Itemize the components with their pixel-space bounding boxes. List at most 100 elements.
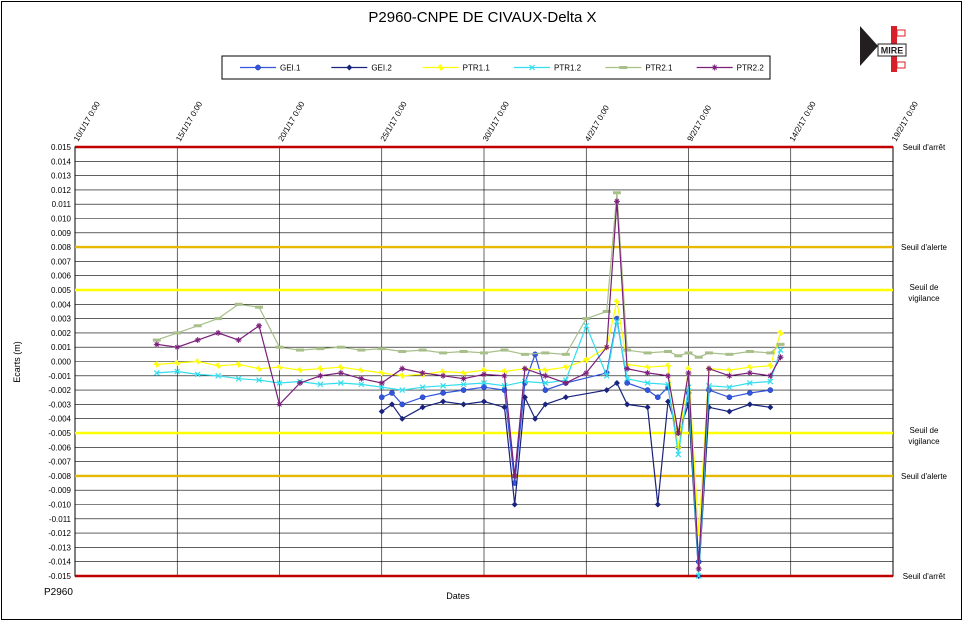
y-tick-label: -0.002 — [48, 386, 71, 395]
x-tick-label: 30/1/17 0:00 — [481, 99, 511, 143]
data-point — [776, 342, 785, 346]
y-tick-label: -0.006 — [48, 443, 71, 452]
data-point — [766, 351, 775, 355]
chart-svg: GEI.1 GEI.2 PTR1.1 PTR1.2 PTR2.1 PTR2.2 Seuil… — [12, 55, 948, 601]
threshold-label: vigilance — [908, 294, 940, 303]
y-tick-labels: 0.015 0.014 0.013 0.012 0.011 0.010 0.009 0.008… — [48, 143, 71, 581]
y-tick-label: -0.013 — [48, 543, 71, 552]
y-tick-label: -0.014 — [48, 558, 71, 567]
data-point — [419, 394, 426, 401]
data-point — [295, 348, 304, 352]
legend-label: PTR2.2 — [737, 64, 765, 73]
x-tick-labels: 10/1/17 0:00 15/1/17 0:00 20/1/17 0:00 25/1… — [72, 99, 920, 143]
y-tick-label: -0.003 — [48, 400, 71, 409]
y-tick-label: -0.010 — [48, 501, 71, 510]
data-point — [378, 394, 385, 401]
data-point — [541, 351, 550, 355]
legend-box — [221, 55, 771, 80]
y-tick-label: -0.005 — [48, 429, 71, 438]
data-point — [234, 302, 243, 306]
data-point — [377, 347, 386, 351]
y-tick-label: -0.015 — [48, 572, 71, 581]
y-tick-label: 0.005 — [51, 286, 72, 295]
data-point — [389, 390, 395, 396]
data-point — [193, 324, 202, 328]
data-point — [643, 351, 652, 355]
y-tick-label: -0.001 — [48, 372, 71, 381]
legend-swatch-marker — [619, 66, 628, 69]
y-tick-label: -0.004 — [48, 415, 71, 424]
data-point — [726, 394, 733, 401]
legend-label: PTR2.1 — [645, 64, 673, 73]
legend-label: PTR1.1 — [463, 64, 491, 73]
y-tick-label: 0.004 — [51, 300, 72, 309]
data-point — [745, 349, 754, 353]
data-point — [459, 349, 468, 353]
y-tick-label: 0.006 — [51, 272, 72, 281]
y-tick-label: -0.012 — [48, 529, 71, 538]
legend-label: GEI.2 — [371, 64, 392, 73]
x-tick-label: 4/2/17 0:00 — [583, 103, 611, 143]
data-point — [214, 317, 223, 321]
data-point — [747, 390, 753, 396]
x-tick-label: 10/1/17 0:00 — [72, 99, 102, 143]
y-tick-label: 0.011 — [52, 200, 72, 209]
data-point — [173, 331, 182, 335]
x-axis-label: Dates — [446, 591, 470, 601]
threshold-label: Seuil de — [910, 283, 939, 292]
legend-swatch-marker — [255, 64, 261, 71]
data-point — [582, 317, 591, 321]
data-point — [398, 349, 407, 353]
data-point — [255, 305, 264, 309]
data-point — [500, 348, 509, 352]
y-tick-label: -0.011 — [49, 515, 72, 524]
data-point — [694, 355, 703, 359]
threshold-label: Seuil d'arrêt — [903, 143, 946, 152]
x-tick-label: 19/2/17 0:00 — [890, 99, 920, 143]
data-point — [704, 351, 713, 355]
data-point — [664, 349, 673, 353]
y-tick-label: 0.012 — [51, 186, 72, 195]
data-point — [357, 348, 366, 352]
y-tick-label: -0.008 — [48, 472, 71, 481]
data-point — [644, 387, 651, 393]
y-tick-label: -0.007 — [48, 458, 71, 467]
data-point — [654, 394, 661, 401]
y-tick-label: 0.010 — [51, 215, 72, 224]
legend-label: PTR1.2 — [554, 64, 582, 73]
data-point — [316, 347, 325, 351]
x-tick-label: 25/1/17 0:00 — [379, 99, 409, 143]
y-tick-label: 0.009 — [51, 229, 72, 238]
y-tick-label: 0.015 — [51, 143, 72, 152]
y-tick-label: -0.009 — [48, 486, 71, 495]
y-tick-label: 0.000 — [51, 358, 72, 367]
data-point — [520, 352, 529, 356]
threshold-label: Seuil d'arrêt — [903, 572, 946, 581]
y-tick-label: 0.003 — [51, 315, 72, 324]
threshold-label: vigilance — [908, 437, 940, 446]
data-point — [152, 338, 161, 342]
legend-label: GEI.1 — [280, 64, 301, 73]
legend: GEI.1 GEI.2 PTR1.1 PTR1.2 PTR2.1 PTR2.2 — [221, 55, 771, 80]
threshold-label: Seuil de — [910, 426, 939, 435]
y-tick-label: 0.001 — [51, 343, 72, 352]
data-point — [480, 351, 488, 355]
data-point — [439, 351, 448, 355]
threshold-label: Seuil d'alerte — [901, 472, 948, 481]
x-tick-label: 15/1/17 0:00 — [174, 99, 204, 143]
data-point — [336, 345, 345, 349]
data-point — [612, 191, 621, 195]
data-point — [275, 345, 284, 349]
y-tick-label: 0.013 — [51, 172, 72, 181]
data-point — [725, 352, 734, 356]
x-tick-label: 20/1/17 0:00 — [276, 99, 306, 143]
y-axis-label: Ecarts (m) — [12, 341, 22, 383]
data-point — [623, 348, 632, 352]
data-point — [767, 387, 774, 393]
data-point — [399, 401, 406, 408]
data-point — [684, 351, 693, 355]
data-point — [542, 387, 549, 393]
x-tick-label: 9/2/17 0:00 — [685, 103, 713, 143]
data-point — [418, 348, 427, 352]
data-point — [440, 390, 446, 396]
